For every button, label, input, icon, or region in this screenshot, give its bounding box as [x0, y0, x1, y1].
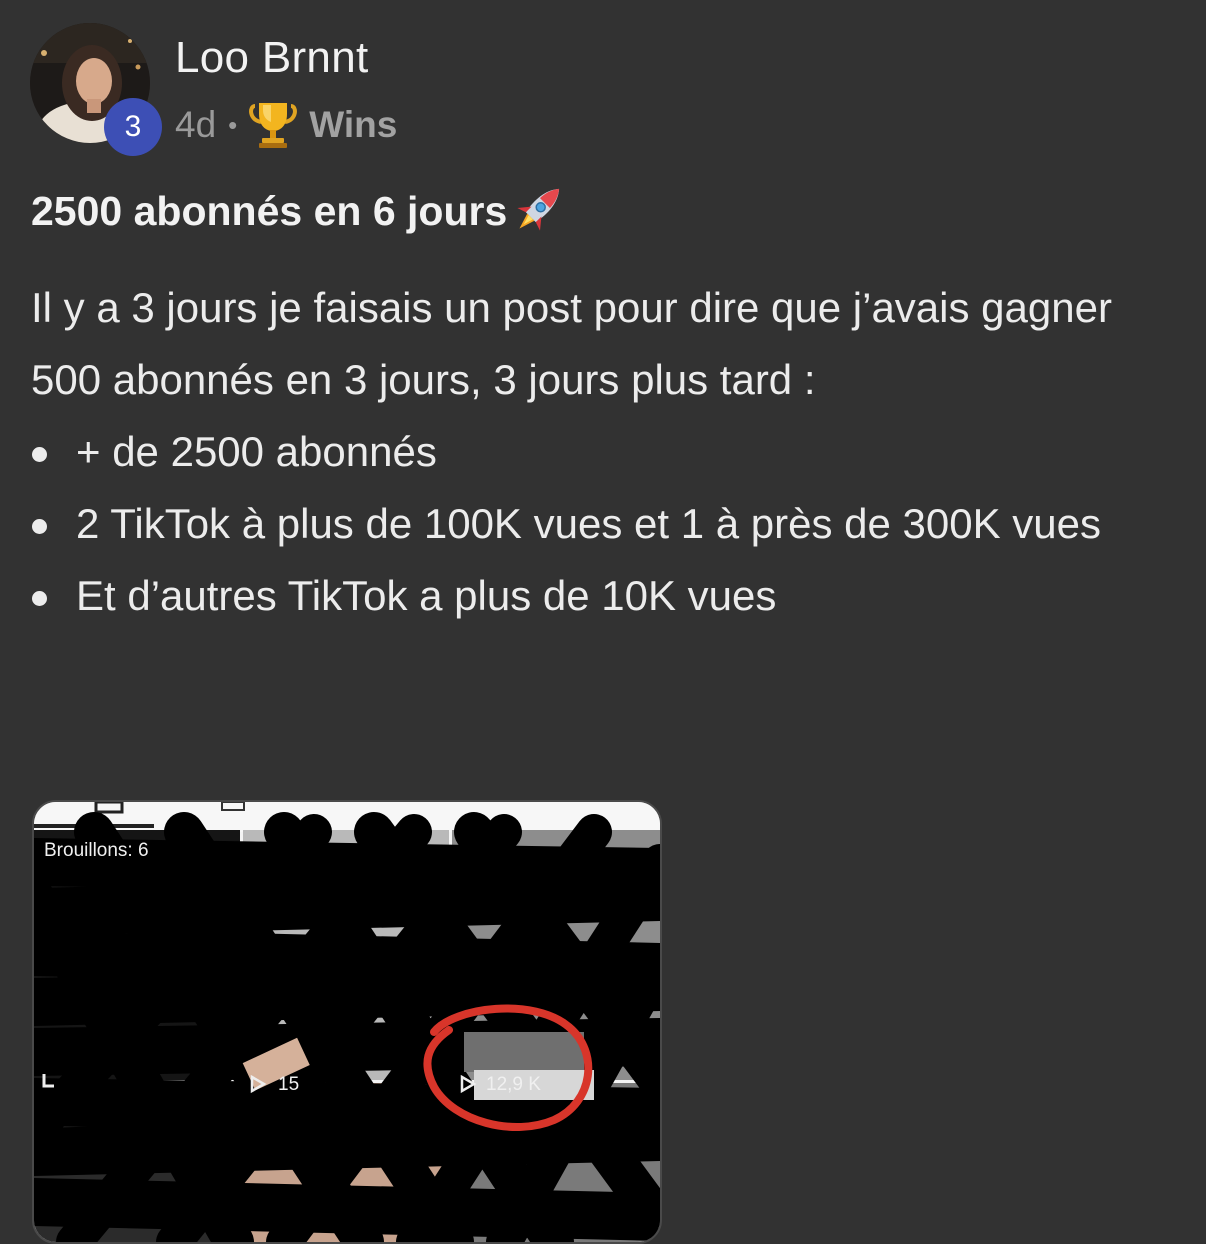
post-meta: 4d • Wins	[175, 98, 397, 152]
author-name[interactable]: Loo Brnnt	[175, 33, 369, 83]
attached-image[interactable]: Brouillons: 6 15 12,9 K	[32, 800, 662, 1244]
redacted-tiktok-grid	[34, 802, 660, 1242]
level-badge: 3	[104, 98, 162, 156]
list-item: 2 TikTok à plus de 100K vues et 1 à près…	[31, 488, 1181, 560]
category-link[interactable]: Wins	[309, 104, 397, 146]
drafts-label: Brouillons: 6	[44, 840, 149, 861]
post-body: Il y a 3 jours je faisais un post pour d…	[31, 272, 1181, 632]
rocket-icon	[517, 188, 560, 231]
bullet-list: + de 2500 abonnés 2 TikTok à plus de 100…	[31, 416, 1181, 632]
post-title: 2500 abonnés en 6 jours	[31, 183, 571, 239]
list-item: + de 2500 abonnés	[31, 416, 1181, 488]
list-item: Et d’autres TikTok a plus de 10K vues	[31, 560, 1181, 632]
level-number: 3	[124, 110, 142, 143]
post-paragraph: Il y a 3 jours je faisais un post pour d…	[31, 284, 1112, 403]
post-time: 4d	[175, 104, 217, 145]
views-count-partial: 15	[278, 1074, 300, 1095]
meta-separator: •	[228, 109, 238, 140]
trophy-icon	[249, 103, 298, 148]
views-count-circled: 12,9 K	[486, 1074, 541, 1095]
post-title-text: 2500 abonnés en 6 jours	[31, 187, 508, 234]
